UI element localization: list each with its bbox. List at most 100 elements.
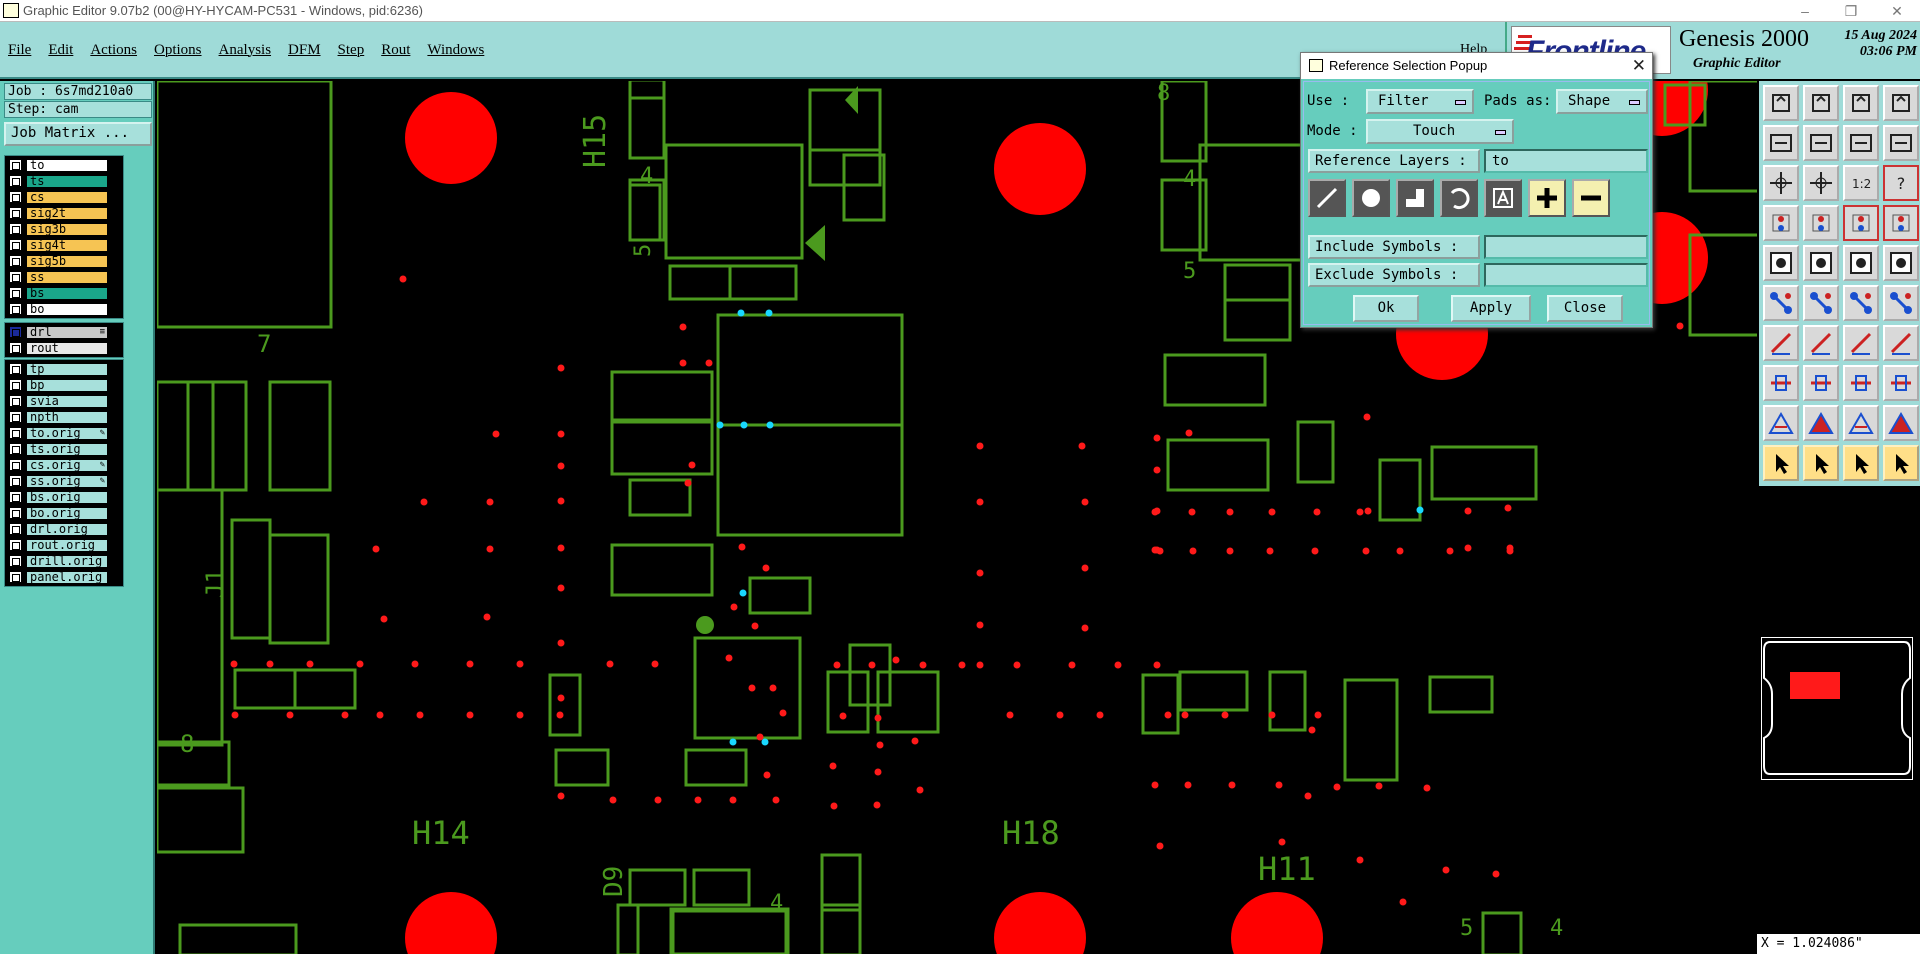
zoom-in-icon[interactable] xyxy=(1763,85,1799,121)
route-icon[interactable] xyxy=(1883,285,1919,321)
layer-row-rout[interactable]: rout xyxy=(6,340,122,356)
layer-checkbox[interactable] xyxy=(9,191,22,203)
pad-feature-icon[interactable] xyxy=(1352,179,1390,217)
layer-checkbox[interactable] xyxy=(9,539,22,551)
layer-checkbox[interactable] xyxy=(9,175,22,187)
layer-row-ts.orig[interactable]: ts.orig xyxy=(6,441,122,457)
layer-name-cell[interactable]: drl ≡ xyxy=(26,325,108,339)
menu-edit[interactable]: Edit xyxy=(48,42,73,59)
bridge-icon[interactable] xyxy=(1843,405,1879,441)
layer-row-svia[interactable]: svia xyxy=(6,393,122,409)
pads-as-dropdown[interactable]: Shape xyxy=(1556,89,1648,114)
bridge-fill-icon[interactable] xyxy=(1883,405,1919,441)
layer-row-ts[interactable]: ts xyxy=(6,173,122,189)
layer-name-cell[interactable]: cs xyxy=(26,190,108,204)
layer-checkbox[interactable] xyxy=(9,475,22,487)
layer-name-cell[interactable]: tp xyxy=(26,362,108,376)
select-box-icon[interactable] xyxy=(1803,445,1839,481)
add-filter-icon[interactable] xyxy=(1528,179,1566,217)
layer-name-cell[interactable]: rout xyxy=(26,341,108,355)
layer-checkbox[interactable] xyxy=(9,459,22,471)
overview-map[interactable] xyxy=(1761,637,1913,780)
zoom-out-icon[interactable] xyxy=(1803,85,1839,121)
layer-name-cell[interactable]: cs.orig ✎ xyxy=(26,458,108,472)
surface-feature-icon[interactable] xyxy=(1396,179,1434,217)
measure-icon[interactable] xyxy=(1763,205,1799,241)
layer-step-icon[interactable] xyxy=(1843,125,1879,161)
layer-name-cell[interactable]: sig3b xyxy=(26,222,108,236)
layer-name-cell[interactable]: ts xyxy=(26,174,108,188)
select-touch-icon[interactable] xyxy=(1843,445,1879,481)
layer-checkbox[interactable] xyxy=(9,326,22,338)
layer-row-bp[interactable]: bp xyxy=(6,377,122,393)
swap-icon[interactable] xyxy=(1883,125,1919,161)
layer-row-tp[interactable]: tp xyxy=(6,361,122,377)
layer-row-ss[interactable]: ss xyxy=(6,269,122,285)
layer-checkbox[interactable] xyxy=(9,207,22,219)
layer-checkbox[interactable] xyxy=(9,287,22,299)
line-select-icon[interactable] xyxy=(1843,285,1879,321)
layer-checkbox[interactable] xyxy=(9,507,22,519)
menu-rout[interactable]: Rout xyxy=(381,42,410,59)
layer-row-bo.orig[interactable]: bo.orig xyxy=(6,505,122,521)
arc-feature-icon[interactable] xyxy=(1440,179,1478,217)
layer-name-cell[interactable]: npth xyxy=(26,410,108,424)
text-feature-icon[interactable] xyxy=(1484,179,1522,217)
maximize-button[interactable]: ❐ xyxy=(1828,0,1874,22)
layer-name-cell[interactable]: drl.orig xyxy=(26,522,108,536)
use-dropdown[interactable]: Filter xyxy=(1366,89,1474,114)
layer-checkbox[interactable] xyxy=(9,571,22,583)
layer-row-drl[interactable]: drl ≡ xyxy=(6,324,122,340)
ok-button[interactable]: Ok xyxy=(1353,295,1419,322)
layer-checkbox[interactable] xyxy=(9,255,22,267)
layer-name-cell[interactable]: bo xyxy=(26,302,108,316)
home-view-icon[interactable] xyxy=(1843,85,1879,121)
layer-row-panel.orig[interactable]: panel.orig xyxy=(6,569,122,585)
layer-checkbox[interactable] xyxy=(9,523,22,535)
layer-checkbox[interactable] xyxy=(9,159,22,171)
layer-checkbox[interactable] xyxy=(9,239,22,251)
frame-icon[interactable] xyxy=(1763,245,1799,281)
layer-row-to.orig[interactable]: to.orig ✎ xyxy=(6,425,122,441)
include-symbols-field[interactable] xyxy=(1484,235,1648,259)
layer-checkbox[interactable] xyxy=(9,443,22,455)
layer-a-icon[interactable] xyxy=(1763,365,1799,401)
layer-row-cs[interactable]: cs xyxy=(6,189,122,205)
exclude-symbols-field[interactable] xyxy=(1484,263,1648,287)
layer-row-to[interactable]: to xyxy=(6,157,122,173)
close-button[interactable]: Close xyxy=(1547,295,1623,322)
circle-pad-icon[interactable] xyxy=(1883,245,1919,281)
layer-checkbox[interactable] xyxy=(9,379,22,391)
layer-name-cell[interactable]: ss.orig ✎ xyxy=(26,474,108,488)
snap-grid-icon[interactable] xyxy=(1803,205,1839,241)
layer-checkbox[interactable] xyxy=(9,223,22,235)
connect-icon[interactable] xyxy=(1763,285,1799,321)
layer-checkbox[interactable] xyxy=(9,427,22,439)
filter-icon[interactable] xyxy=(1843,365,1879,401)
arc-icon[interactable] xyxy=(1843,325,1879,361)
layer-name-cell[interactable]: rout.orig xyxy=(26,538,108,552)
layer-row-rout.orig[interactable]: rout.orig xyxy=(6,537,122,553)
menu-actions[interactable]: Actions xyxy=(90,42,137,59)
pan-right-icon[interactable] xyxy=(1803,125,1839,161)
layer-row-bs[interactable]: bs xyxy=(6,285,122,301)
layer-row-drl.orig[interactable]: drl.orig xyxy=(6,521,122,537)
layer-row-npth[interactable]: npth xyxy=(6,409,122,425)
layer-name-cell[interactable]: svia xyxy=(26,394,108,408)
exclude-symbols-button[interactable]: Exclude Symbols : xyxy=(1308,263,1480,287)
layer-row-cs.orig[interactable]: cs.orig ✎ xyxy=(6,457,122,473)
layer-name-cell[interactable]: bp xyxy=(26,378,108,392)
fit-all-icon[interactable] xyxy=(1763,165,1799,201)
layer-name-cell[interactable]: to xyxy=(26,158,108,172)
remove-filter-icon[interactable] xyxy=(1572,179,1610,217)
layer-name-cell[interactable]: sig5b xyxy=(26,254,108,268)
layer-checkbox[interactable] xyxy=(9,395,22,407)
close-window-button[interactable]: ✕ xyxy=(1874,0,1920,22)
layer-checkbox[interactable] xyxy=(9,342,22,354)
layer-row-sig2t[interactable]: sig2t xyxy=(6,205,122,221)
minimize-button[interactable]: – xyxy=(1782,0,1828,22)
layer-row-sig4t[interactable]: sig4t xyxy=(6,237,122,253)
menu-windows[interactable]: Windows xyxy=(427,42,484,59)
layer-name-cell[interactable]: bo.orig xyxy=(26,506,108,520)
layer-checkbox[interactable] xyxy=(9,363,22,375)
